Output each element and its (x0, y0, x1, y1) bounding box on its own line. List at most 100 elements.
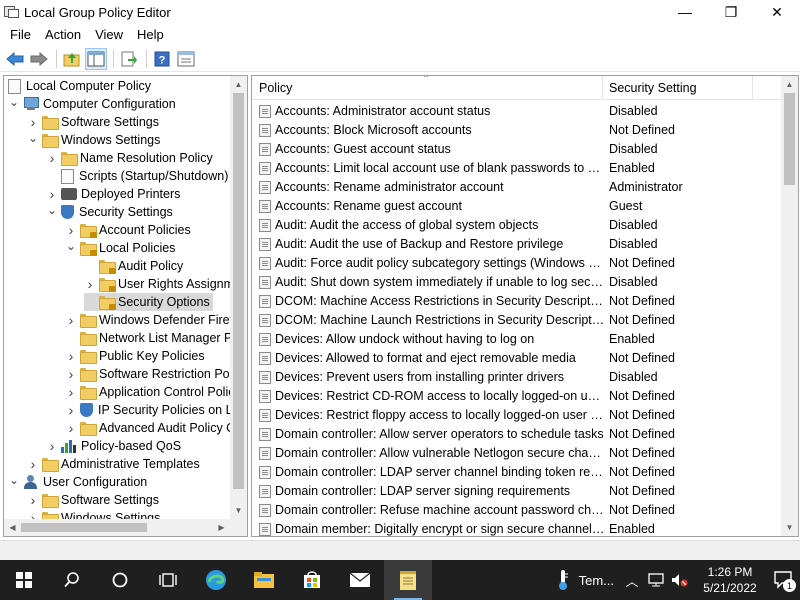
chevron-right-icon[interactable]: › (27, 114, 39, 130)
policy-row[interactable]: Accounts: Rename guest account Guest (252, 197, 782, 216)
chevron-right-icon[interactable]: › (27, 492, 39, 508)
tree-item[interactable]: › Software Restriction Policies (65, 365, 247, 383)
scroll-left-icon[interactable]: ◀ (4, 519, 21, 536)
column-divider[interactable] (752, 76, 753, 100)
policy-row[interactable]: Audit: Audit the use of Backup and Resto… (252, 235, 782, 254)
chevron-right-icon[interactable]: › (65, 312, 77, 328)
chevron-right-icon[interactable]: › (46, 186, 58, 202)
policy-row[interactable]: Accounts: Limit local account use of bla… (252, 159, 782, 178)
tree-item[interactable]: ⌄ Windows Settings (27, 131, 160, 149)
tree-item[interactable]: › IP Security Policies on Local Computer (65, 401, 247, 419)
tree-item[interactable]: Network List Manager Policies (65, 329, 247, 347)
policy-row[interactable]: Domain controller: LDAP server signing r… (252, 482, 782, 501)
chevron-right-icon[interactable]: › (65, 348, 77, 364)
list-vertical-scrollbar[interactable]: ▲ ▼ (781, 76, 798, 536)
tree-item[interactable]: Audit Policy (84, 257, 183, 275)
menu-action[interactable]: Action (38, 27, 88, 42)
tree-item[interactable]: › Windows Defender Firewall (65, 311, 247, 329)
tree-item[interactable]: › Software Settings (27, 491, 159, 509)
help-button[interactable]: ? (151, 48, 173, 70)
chevron-right-icon[interactable]: › (46, 150, 58, 166)
policy-row[interactable]: Devices: Allowed to format and eject rem… (252, 349, 782, 368)
action-center-button[interactable]: 1 (768, 560, 800, 600)
tree-item[interactable]: › Policy-based QoS (46, 437, 181, 455)
policy-row[interactable]: Domain controller: Allow vulnerable Netl… (252, 444, 782, 463)
policy-row[interactable]: Audit: Shut down system immediately if u… (252, 273, 782, 292)
tree-horizontal-scrollbar[interactable]: ◀ ▶ (4, 519, 247, 536)
start-button[interactable] (0, 560, 48, 600)
chevron-right-icon[interactable]: › (65, 402, 77, 418)
close-button[interactable]: ✕ (754, 0, 800, 24)
chevron-right-icon[interactable]: › (65, 222, 77, 238)
maximize-button[interactable]: ❐ (708, 0, 754, 24)
chevron-right-icon[interactable]: › (65, 420, 77, 436)
policy-row[interactable]: Domain controller: Allow server operator… (252, 425, 782, 444)
mail-button[interactable] (336, 560, 384, 600)
show-hide-tree-button[interactable] (85, 47, 107, 70)
tree-item[interactable]: › Application Control Policies (65, 383, 247, 401)
policy-row[interactable]: DCOM: Machine Access Restrictions in Sec… (252, 292, 782, 311)
chevron-down-icon[interactable]: ⌄ (8, 473, 20, 487)
up-one-level-button[interactable] (61, 48, 83, 70)
tree-item[interactable]: Security Options (84, 293, 213, 311)
column-header-policy[interactable]: Policy (259, 81, 292, 95)
policy-row[interactable]: Devices: Allow undock without having to … (252, 330, 782, 349)
chevron-right-icon[interactable]: › (65, 366, 77, 382)
clock[interactable]: 1:26 PM 5/21/2022 (692, 564, 768, 596)
menu-help[interactable]: Help (130, 27, 171, 42)
volume-button[interactable] (668, 560, 692, 600)
chevron-right-icon[interactable]: › (84, 276, 96, 292)
scroll-up-icon[interactable]: ▲ (781, 76, 798, 93)
scroll-right-icon[interactable]: ▶ (213, 519, 230, 536)
notepad-button[interactable] (384, 560, 432, 600)
policy-row[interactable]: Accounts: Administrator account status Di… (252, 102, 782, 121)
tree-item[interactable]: ⌄ Security Settings (46, 203, 173, 221)
chevron-right-icon[interactable]: › (46, 438, 58, 454)
edge-button[interactable] (192, 560, 240, 600)
tree-item[interactable]: Scripts (Startup/Shutdown) (46, 167, 228, 185)
search-button[interactable] (48, 560, 96, 600)
policy-row[interactable]: Audit: Force audit policy subcategory se… (252, 254, 782, 273)
chevron-down-icon[interactable]: ⌄ (46, 203, 58, 217)
forward-button[interactable] (28, 48, 50, 70)
chevron-down-icon[interactable]: ⌄ (65, 239, 77, 253)
tree-item[interactable]: › Advanced Audit Policy Configuration (65, 419, 247, 437)
menu-file[interactable]: File (3, 27, 38, 42)
tree-item[interactable]: › Software Settings (27, 113, 159, 131)
tree-item[interactable]: › Name Resolution Policy (46, 149, 213, 167)
chevron-right-icon[interactable]: › (65, 384, 77, 400)
tree-item[interactable]: ⌄ Local Policies (65, 239, 175, 257)
policy-row[interactable]: Accounts: Block Microsoft accounts Not De… (252, 121, 782, 140)
policy-row[interactable]: Devices: Prevent users from installing p… (252, 368, 782, 387)
tree-vertical-scroll-thumb[interactable] (233, 93, 244, 489)
column-divider[interactable] (602, 76, 603, 100)
list-vertical-scroll-thumb[interactable] (784, 93, 795, 185)
tree-item[interactable]: › Account Policies (65, 221, 191, 239)
menu-view[interactable]: View (88, 27, 130, 42)
policy-row[interactable]: Accounts: Rename administrator account Ad… (252, 178, 782, 197)
tree-item[interactable]: › Administrative Templates (27, 455, 200, 473)
export-list-button[interactable] (118, 48, 140, 70)
tree-item[interactable]: › Public Key Policies (65, 347, 205, 365)
policy-row[interactable]: Devices: Restrict CD-ROM access to local… (252, 387, 782, 406)
network-button[interactable] (644, 560, 668, 600)
tree-root[interactable]: Local Computer Policy (8, 77, 151, 95)
tree-vertical-scrollbar[interactable]: ▲ ▼ (230, 76, 247, 519)
chevron-right-icon[interactable]: › (27, 456, 39, 472)
back-button[interactable] (4, 48, 26, 70)
weather-widget[interactable]: Tem... (556, 569, 614, 591)
policy-row[interactable]: Audit: Audit the access of global system… (252, 216, 782, 235)
policy-row[interactable]: Domain controller: Refuse machine accoun… (252, 501, 782, 520)
minimize-button[interactable]: — (662, 0, 708, 24)
store-button[interactable] (288, 560, 336, 600)
cortana-button[interactable] (96, 560, 144, 600)
policy-row[interactable]: Domain member: Digitally encrypt or sign… (252, 520, 782, 536)
tree-item[interactable]: › Deployed Printers (46, 185, 181, 203)
policy-row[interactable]: Domain controller: LDAP server channel b… (252, 463, 782, 482)
tree-item[interactable]: › User Rights Assignment (84, 275, 247, 293)
tree-item[interactable]: ⌄ Computer Configuration (8, 95, 176, 113)
chevron-down-icon[interactable]: ⌄ (8, 95, 20, 109)
chevron-down-icon[interactable]: ⌄ (27, 131, 39, 145)
column-header-security-setting[interactable]: Security Setting (609, 81, 697, 95)
scroll-up-icon[interactable]: ▲ (230, 76, 247, 93)
